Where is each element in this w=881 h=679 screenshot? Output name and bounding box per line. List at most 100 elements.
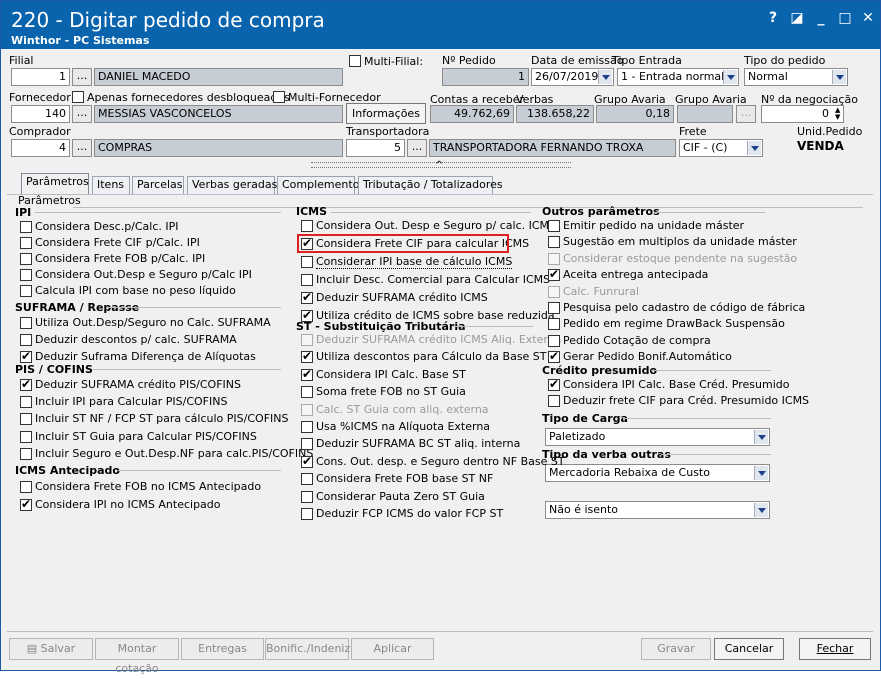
data-emissao-value: 26/07/2019	[535, 70, 599, 83]
option-checkbox[interactable]	[20, 497, 32, 511]
chevron-down-icon[interactable]	[754, 503, 768, 517]
chevron-down-icon[interactable]	[832, 70, 846, 84]
maximize-button[interactable]: □	[835, 9, 855, 27]
option-checkbox[interactable]	[301, 349, 313, 363]
option-checkbox[interactable]	[20, 334, 32, 346]
option-checkbox[interactable]	[20, 253, 32, 265]
option-checkbox[interactable]	[20, 481, 32, 493]
filial-code-input[interactable]: 1	[11, 68, 70, 86]
tab-verbas-geradas[interactable]: Verbas geradas	[187, 176, 277, 194]
chevron-down-icon[interactable]	[598, 70, 612, 84]
chevron-down-icon[interactable]	[747, 141, 761, 155]
option-checkbox[interactable]	[548, 349, 560, 363]
apenas-desbloqueados-checkbox[interactable]	[72, 91, 84, 103]
fechar-button[interactable]: Fechar	[799, 638, 871, 660]
option-checkbox[interactable]	[20, 377, 32, 391]
section-title: Outros parâmetros	[542, 205, 660, 218]
option-checkbox[interactable]	[301, 473, 313, 485]
cancelar-button[interactable]: Cancelar	[714, 638, 784, 660]
negociacao-spinner[interactable]: 0	[761, 105, 844, 123]
option-label: Calcula IPI com base no peso líquido	[35, 284, 236, 297]
dock-button[interactable]: ◪	[787, 9, 807, 27]
option-checkbox[interactable]	[301, 454, 313, 468]
option-checkbox[interactable]	[301, 308, 313, 322]
option-checkbox[interactable]	[301, 404, 313, 416]
option-checkbox[interactable]	[20, 237, 32, 249]
transportadora-code-input[interactable]: 5	[346, 139, 405, 157]
help-button[interactable]: ?	[763, 9, 783, 27]
option-checkbox[interactable]	[548, 220, 560, 232]
option-checkbox[interactable]	[20, 285, 32, 297]
minimize-button[interactable]: _	[811, 9, 831, 27]
multi-filial-checkbox[interactable]	[349, 55, 361, 67]
option-checkbox[interactable]	[301, 386, 313, 398]
spinner-arrows-icon[interactable]: ▲ ▼	[835, 107, 840, 121]
transportadora-name-field: TRANSPORTADORA FERNANDO TROXA	[429, 139, 676, 157]
chevron-down-icon[interactable]	[754, 430, 768, 444]
option-checkbox[interactable]	[301, 334, 313, 346]
option-checkbox[interactable]	[20, 349, 32, 363]
option-checkbox[interactable]	[301, 421, 313, 433]
tipo-carga-select[interactable]: Paletizado	[545, 428, 770, 446]
option-checkbox[interactable]	[548, 253, 560, 265]
tab-parametros[interactable]: Parâmetros	[21, 173, 89, 195]
option-checkbox[interactable]	[20, 431, 32, 443]
entregas-button[interactable]: Entregas	[181, 638, 264, 660]
option-checkbox[interactable]	[20, 221, 32, 233]
option-checkbox[interactable]	[301, 274, 313, 286]
option-checkbox[interactable]	[301, 220, 313, 232]
fornecedor-code-input[interactable]: 140	[11, 105, 70, 123]
fornecedor-lookup-button[interactable]: ...	[72, 105, 92, 123]
option-checkbox[interactable]	[548, 335, 560, 347]
frete-select[interactable]: CIF - (C)	[679, 139, 763, 157]
option-checkbox[interactable]	[20, 448, 32, 460]
salvar-button[interactable]: ▤ Salvar	[9, 638, 93, 660]
bonific-button[interactable]: Bonific./Indeniz.	[265, 638, 354, 660]
fornecedor-label: Fornecedor	[9, 91, 71, 104]
option-checkbox[interactable]	[301, 508, 313, 520]
informacoes-button[interactable]: Informações	[346, 103, 426, 124]
option-checkbox[interactable]	[548, 302, 560, 314]
multi-fornecedor-checkbox[interactable]	[273, 91, 285, 103]
option-checkbox[interactable]	[301, 256, 313, 268]
filial-lookup-button[interactable]: ...	[72, 68, 92, 86]
tab-parcelas[interactable]: Parcelas	[132, 176, 184, 194]
option-checkbox[interactable]	[548, 267, 560, 281]
option-checkbox[interactable]	[301, 491, 313, 503]
collapse-icon[interactable]: ^	[435, 160, 443, 171]
option-checkbox[interactable]	[301, 290, 313, 304]
tipo-verba-select[interactable]: Mercadoria Rebaixa de Custo	[545, 464, 770, 482]
option-checkbox[interactable]	[548, 377, 560, 391]
option-checkbox[interactable]	[301, 438, 313, 450]
option-checkbox[interactable]	[548, 318, 560, 330]
option-checkbox[interactable]	[548, 395, 560, 407]
montar-cotacao-button[interactable]: Montar cotação	[95, 638, 179, 675]
aplicar-button[interactable]: Aplicar	[351, 638, 434, 660]
grupo-avaria-lookup-button[interactable]: ...	[736, 105, 756, 123]
option-checkbox[interactable]	[20, 396, 32, 408]
comprador-lookup-button[interactable]: ...	[72, 139, 92, 157]
option-checkbox[interactable]	[548, 286, 560, 298]
option-checkbox[interactable]	[548, 236, 560, 248]
option-checkbox[interactable]	[20, 269, 32, 281]
tab-tributacao[interactable]: Tributação / Totalizadores	[358, 176, 503, 194]
close-button[interactable]: ✕	[858, 9, 878, 27]
data-emissao-field[interactable]: 26/07/2019	[531, 68, 614, 86]
transportadora-lookup-button[interactable]: ...	[407, 139, 427, 157]
gravar-button[interactable]: Gravar	[641, 638, 711, 660]
tipo-entrada-select[interactable]: 1 - Entrada normal	[617, 68, 739, 86]
option-checkbox[interactable]	[20, 317, 32, 329]
option-label: Incluir ST Guia para Calcular PIS/COFINS	[35, 430, 257, 443]
option-checkbox[interactable]	[20, 413, 32, 425]
section-title: Tipo de Carga	[542, 412, 628, 425]
chevron-down-icon[interactable]	[754, 466, 768, 480]
option-label: Gerar Pedido Bonif.Automático	[563, 350, 732, 363]
tab-itens[interactable]: Itens	[92, 176, 130, 194]
chevron-down-icon[interactable]	[723, 70, 737, 84]
isento-select[interactable]: Não é isento	[545, 501, 770, 519]
tab-complemento[interactable]: Complemento	[277, 176, 359, 194]
highlight-box	[297, 234, 509, 253]
option-checkbox[interactable]	[301, 367, 313, 381]
tipo-pedido-select[interactable]: Normal	[744, 68, 848, 86]
comprador-code-input[interactable]: 4	[11, 139, 70, 157]
